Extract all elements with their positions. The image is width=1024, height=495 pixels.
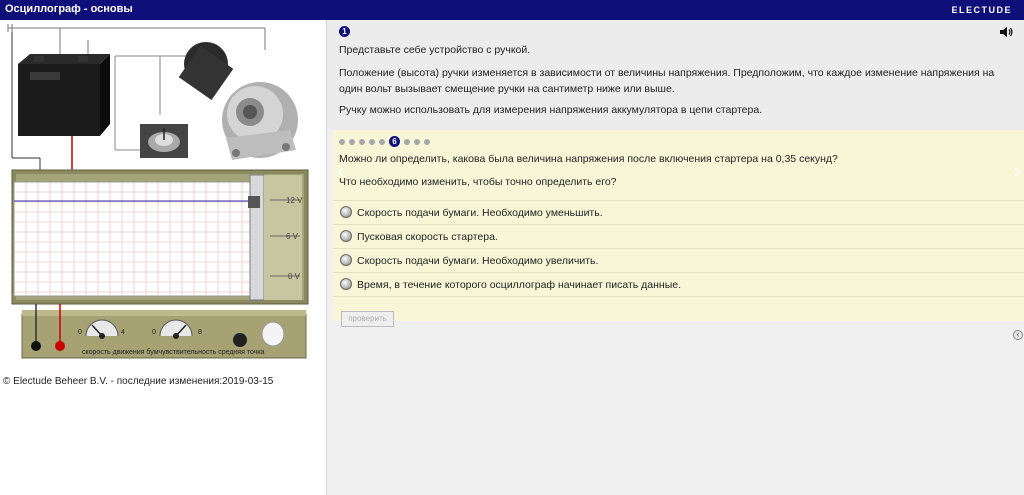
radio-button[interactable]	[340, 206, 352, 218]
question-text: Можно ли определить, какова была величин…	[339, 153, 838, 165]
collapse-arrow-icon[interactable]: ‹	[1013, 330, 1023, 340]
answer-label: Скорость подачи бумаги. Необходимо умень…	[357, 207, 603, 219]
content-panel: 1 Представьте себе устройство с ручкой. …	[326, 20, 1024, 495]
answer-label: Скорость подачи бумаги. Необходимо увели…	[357, 255, 599, 267]
answer-option[interactable]: Скорость подачи бумаги. Необходимо увели…	[333, 248, 1024, 272]
quiz-section: 6 ‹ › Можно ли определить, какова была в…	[333, 130, 1024, 327]
next-arrow-icon[interactable]: ›	[1014, 160, 1021, 182]
check-button[interactable]: проверить	[341, 311, 394, 327]
paper-recorder: 12 V 6 V 0 V	[11, 169, 309, 305]
intro-paragraph: Положение (высота) ручки изменяется в за…	[339, 67, 995, 95]
progress-dot[interactable]	[424, 139, 430, 145]
starter-motor-icon	[178, 42, 298, 160]
black-terminal-icon	[31, 341, 41, 351]
handle-device-icon	[140, 124, 188, 158]
control-panel: 0 4 0 8 скорость движения бумчувствитель…	[21, 304, 307, 359]
copyright-text: © Electude Beheer B.V. - последние измен…	[3, 376, 274, 387]
window-title: Осциллограф - основы	[5, 3, 133, 15]
sub-question-text: Что необходимо изменить, чтобы точно опр…	[339, 176, 617, 188]
answer-label: Пусковая скорость стартера.	[357, 231, 498, 243]
intro-paragraph: Ручку можно использовать для измерения н…	[339, 104, 763, 116]
progress-dot[interactable]	[414, 139, 420, 145]
speaker-icon[interactable]	[999, 26, 1013, 38]
answer-divider	[333, 296, 1024, 297]
scale-label-0v: 0 V	[288, 272, 301, 281]
recorder-diagram: 12 V 6 V 0 V 0 4 0 8 скорость движения б…	[7, 24, 309, 359]
answer-label: Время, в течение которого осциллограф на…	[357, 279, 682, 291]
progress-dot-current[interactable]: 6	[389, 136, 400, 147]
answer-option[interactable]: Время, в течение которого осциллограф на…	[333, 272, 1024, 296]
radio-button[interactable]	[340, 230, 352, 242]
speed-min-label: 0	[78, 329, 82, 336]
scale-label-12v: 12 V	[286, 196, 303, 205]
intro-section: 1 Представьте себе устройство с ручкой. …	[327, 20, 1024, 130]
progress-dot[interactable]	[359, 139, 365, 145]
progress-dot[interactable]	[369, 139, 375, 145]
intro-paragraph: Представьте себе устройство с ручкой.	[339, 44, 531, 56]
battery-icon	[18, 54, 110, 136]
step-badge: 1	[339, 26, 350, 37]
title-bar: Осциллограф - основы ELECTUDE	[0, 0, 1024, 20]
progress-dot[interactable]	[379, 139, 385, 145]
red-terminal-icon	[55, 341, 65, 351]
radio-button[interactable]	[340, 278, 352, 290]
speed-max-label: 4	[121, 329, 125, 336]
illustration-panel: 12 V 6 V 0 V 0 4 0 8 скорость движения б…	[0, 20, 326, 495]
answer-option[interactable]: Скорость подачи бумаги. Необходимо умень…	[333, 200, 1024, 224]
lamp-icon	[261, 321, 285, 347]
radio-button[interactable]	[340, 254, 352, 266]
midpoint-knob[interactable]	[233, 333, 247, 347]
sensitivity-min-label: 0	[152, 329, 156, 336]
progress-dot[interactable]	[404, 139, 410, 145]
progress-dot[interactable]	[339, 139, 345, 145]
sensitivity-max-label: 8	[198, 329, 202, 336]
scale-label-6v: 6 V	[286, 232, 299, 241]
control-caption: скорость движения бумчувствительность ср…	[82, 348, 265, 356]
brand-logo: ELECTUDE	[951, 5, 1012, 15]
progress-dot[interactable]	[349, 139, 355, 145]
answer-option[interactable]: Пусковая скорость стартера.	[333, 224, 1024, 248]
